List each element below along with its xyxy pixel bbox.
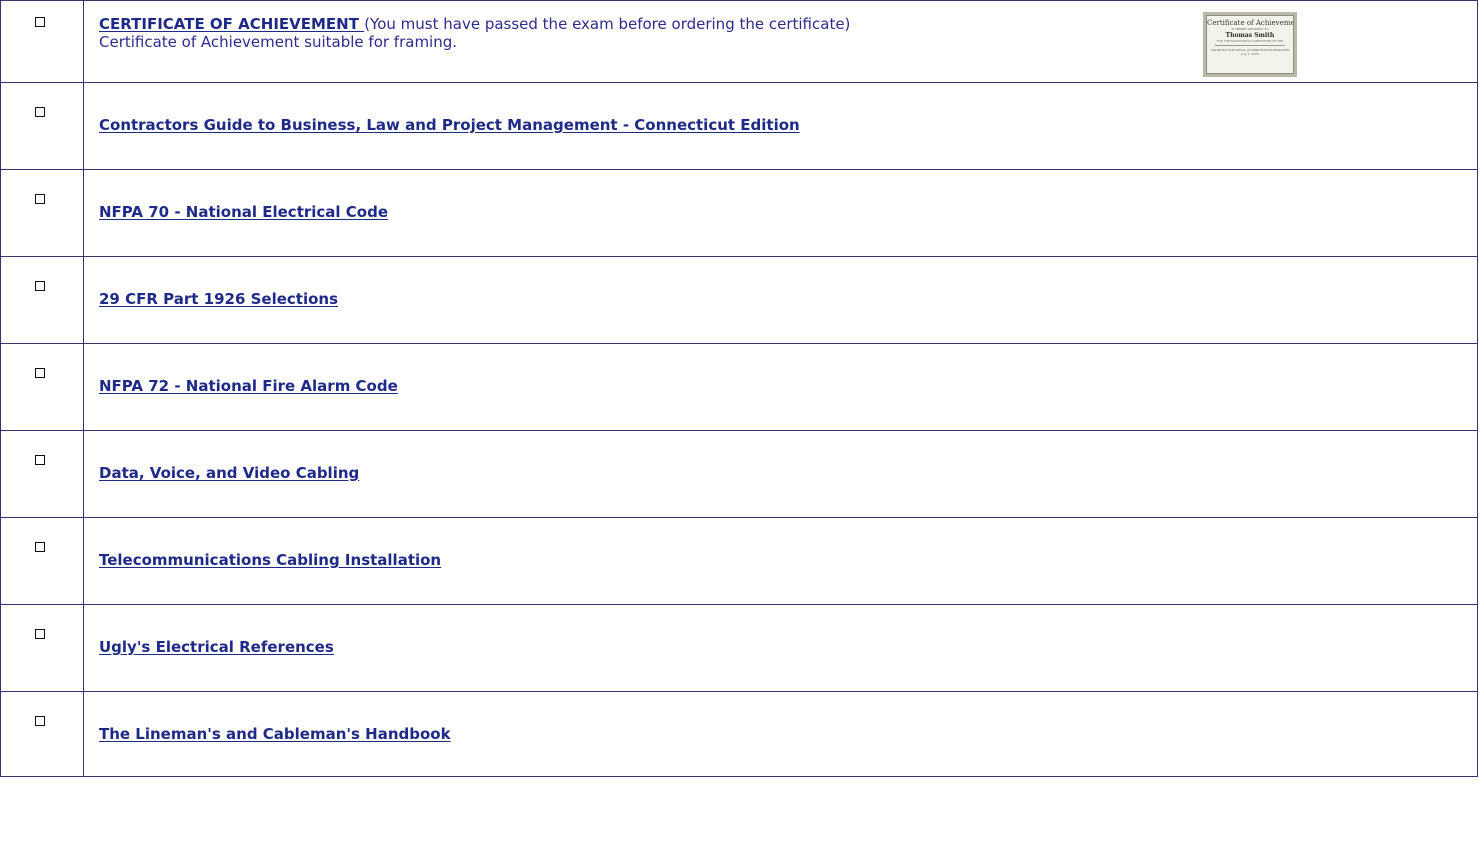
certificate-line: IS HEREBY AWARDED TO — [1231, 27, 1269, 31]
product-link[interactable]: NFPA 72 - National Fire Alarm Code — [99, 377, 398, 395]
certificate-thumbnail: Certificate of Achievement IS HEREBY AWA… — [1203, 12, 1297, 77]
checkbox-cell — [0, 169, 84, 257]
table-row: NFPA 70 - National Electrical Code — [0, 169, 1478, 257]
table-row: Contractors Guide to Business, Law and P… — [0, 82, 1478, 170]
product-note: (You must have passed the exam before or… — [364, 15, 851, 33]
checkbox-icon[interactable] — [35, 17, 45, 27]
description-cell: 29 CFR Part 1926 Selections — [83, 256, 1478, 344]
certificate-line: FOR THE SUCCESSFUL COMPLETION OF THE — [1216, 39, 1284, 43]
description-cell: NFPA 72 - National Fire Alarm Code — [83, 343, 1478, 431]
product-link[interactable]: Telecommunications Cabling Installation — [99, 551, 441, 569]
certificate-image: Certificate of Achievement IS HEREBY AWA… — [1206, 15, 1294, 74]
checkbox-icon[interactable] — [35, 716, 45, 726]
description-cell: NFPA 70 - National Electrical Code — [83, 169, 1478, 257]
checkbox-cell — [0, 82, 84, 170]
checkbox-cell — [0, 343, 84, 431]
certificate-date: July 1, 2005 — [1241, 52, 1259, 56]
product-link[interactable]: 29 CFR Part 1926 Selections — [99, 290, 338, 308]
checkbox-icon[interactable] — [35, 455, 45, 465]
certificate-name: Thomas Smith — [1225, 32, 1275, 39]
checkbox-icon[interactable] — [35, 281, 45, 291]
checkbox-cell — [0, 517, 84, 605]
product-subdescription: Certificate of Achievement suitable for … — [99, 33, 458, 51]
checkbox-icon[interactable] — [35, 368, 45, 378]
description-cell: Contractors Guide to Business, Law and P… — [83, 82, 1478, 170]
description-cell: Telecommunications Cabling Installation — [83, 517, 1478, 605]
description-cell: Ugly's Electrical References — [83, 604, 1478, 692]
checkbox-icon[interactable] — [35, 542, 45, 552]
table-row: Ugly's Electrical References — [0, 604, 1478, 692]
checkbox-cell — [0, 691, 84, 777]
product-link[interactable]: The Lineman's and Cableman's Handbook — [99, 725, 451, 743]
product-table: CERTIFICATE OF ACHIEVEMENT (You must hav… — [0, 0, 1478, 777]
checkbox-cell — [0, 430, 84, 518]
product-description: 29 CFR Part 1926 Selections — [84, 257, 1477, 308]
description-cell: CERTIFICATE OF ACHIEVEMENT (You must hav… — [83, 0, 1478, 83]
product-link[interactable]: Contractors Guide to Business, Law and P… — [99, 116, 800, 134]
certificate-title: Certificate of Achievement — [1207, 19, 1294, 27]
product-description: Data, Voice, and Video Cabling — [84, 431, 1477, 482]
product-link[interactable]: Ugly's Electrical References — [99, 638, 334, 656]
table-row: CERTIFICATE OF ACHIEVEMENT (You must hav… — [0, 0, 1478, 83]
product-description: Contractors Guide to Business, Law and P… — [84, 83, 1477, 134]
description-cell: Data, Voice, and Video Cabling — [83, 430, 1478, 518]
checkbox-cell — [0, 0, 84, 83]
table-row: Telecommunications Cabling Installation — [0, 517, 1478, 605]
checkbox-icon[interactable] — [35, 107, 45, 117]
table-row: NFPA 72 - National Fire Alarm Code — [0, 343, 1478, 431]
table-row: 29 CFR Part 1926 Selections — [0, 256, 1478, 344]
product-description: NFPA 72 - National Fire Alarm Code — [84, 344, 1477, 395]
checkbox-icon[interactable] — [35, 194, 45, 204]
certificate-divider — [1215, 45, 1285, 46]
product-description: Ugly's Electrical References — [84, 605, 1477, 656]
product-link-certificate[interactable]: CERTIFICATE OF ACHIEVEMENT — [99, 15, 364, 33]
product-link[interactable]: NFPA 70 - National Electrical Code — [99, 203, 388, 221]
description-cell: The Lineman's and Cableman's Handbook — [83, 691, 1478, 777]
product-link[interactable]: Data, Voice, and Video Cabling — [99, 464, 359, 482]
table-row: Data, Voice, and Video Cabling — [0, 430, 1478, 518]
product-description: Telecommunications Cabling Installation — [84, 518, 1477, 569]
checkbox-cell — [0, 604, 84, 692]
product-description: NFPA 70 - National Electrical Code — [84, 170, 1477, 221]
product-description: The Lineman's and Cableman's Handbook — [84, 692, 1477, 743]
checkbox-icon[interactable] — [35, 629, 45, 639]
table-row: The Lineman's and Cableman's Handbook — [0, 691, 1478, 777]
checkbox-cell — [0, 256, 84, 344]
